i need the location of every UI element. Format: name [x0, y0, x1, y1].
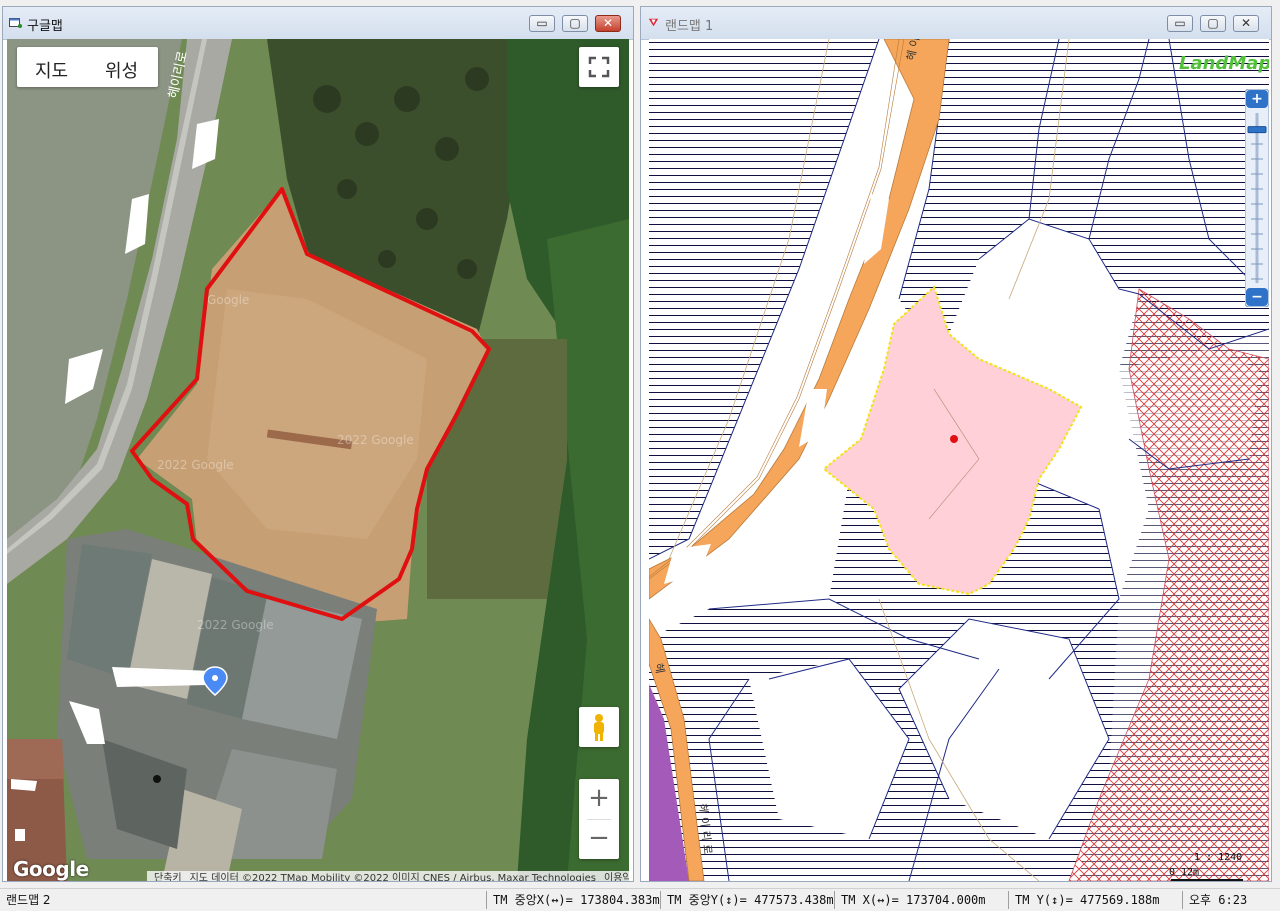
minimize-button[interactable]: ▭ [1167, 15, 1193, 32]
selected-point-marker [950, 435, 958, 443]
status-tm-center-y: TM 중앙Y(↕)= 477573.438m [660, 891, 834, 909]
zoom-slider [1244, 88, 1269, 308]
minimize-button[interactable]: ▭ [529, 15, 555, 32]
zoom-in-button[interactable]: + [1245, 89, 1269, 109]
satellite-imagery: 헤이리로 Google 2022 Google 2022 Google 2022… [7, 39, 629, 881]
cadastral-drawing: 헤 이 헤 헤 이 리 로 [649, 39, 1269, 881]
zoom-in-button[interactable]: + [579, 779, 619, 819]
scale-unit: 12m [1181, 867, 1200, 878]
cadastral-map[interactable]: 헤 이 헤 헤 이 리 로 LandMap + − 1: 1240 0 12m [649, 39, 1269, 881]
keyboard-shortcuts-link[interactable]: 단축키 [150, 873, 186, 881]
zoom-out-button[interactable]: − [1245, 287, 1269, 307]
maximize-button[interactable]: ▢ [562, 15, 588, 32]
window-app-icon [9, 18, 22, 28]
status-tm-center-x: TM 중앙X(↔)= 173804.383m [486, 891, 660, 909]
map-type-satellite-button[interactable]: 위성 [105, 57, 138, 83]
titlebar[interactable]: 랜드맵 1 ▭ ▢ ✕ [641, 7, 1271, 40]
status-window-name: 랜드맵 2 [6, 893, 51, 907]
watermark: 2022 Google [157, 458, 234, 472]
scale-ratio: 1 : 1240 [1194, 852, 1243, 863]
attribution-bar: 단축키 지도 데이터 ©2022 TMap Mobility ©2022 이미지 … [147, 871, 629, 881]
close-button[interactable]: ✕ [595, 15, 621, 32]
zoom-control: + − [579, 779, 619, 859]
watermark: 2022 Google [197, 618, 274, 632]
status-tm-x: TM X(↔)= 173704.000m [834, 891, 1008, 909]
map-data-text: 지도 데이터 ©2022 TMap Mobility ©2022 이미지 CNE… [189, 873, 597, 881]
zoom-out-button[interactable]: − [579, 819, 619, 859]
landmap-app-icon [648, 18, 659, 27]
status-clock: 오후 6:23 [1182, 891, 1278, 909]
satellite-map[interactable]: 헤이리로 Google 2022 Google 2022 Google 2022… [7, 39, 629, 881]
window-title: 랜드맵 1 [665, 19, 714, 34]
close-button[interactable]: ✕ [1233, 15, 1259, 32]
scale-zero: 0 [1169, 867, 1176, 878]
maximize-button[interactable]: ▢ [1200, 15, 1226, 32]
terms-link[interactable]: 이용약관 [600, 873, 629, 881]
watermark: 2022 Google [337, 433, 414, 447]
scale-bar [1171, 879, 1243, 881]
zoom-slider-thumb[interactable] [1247, 126, 1267, 134]
fullscreen-button[interactable] [579, 47, 619, 87]
window-title: 구글맵 [27, 19, 63, 34]
street-view-button[interactable] [579, 707, 619, 747]
pegman-icon [594, 714, 604, 741]
landmap-window: 랜드맵 1 ▭ ▢ ✕ 헤 이 헤 헤 이 리 로 LandMap + − 1 … [640, 6, 1272, 882]
status-bar: 랜드맵 2 TM 중앙X(↔)= 173804.383m TM 중앙Y(↕)= … [0, 888, 1280, 911]
fullscreen-icon [588, 56, 610, 78]
watermark: Google [207, 293, 249, 307]
map-type-control: 지도 위성 [17, 47, 158, 87]
titlebar[interactable]: 구글맵 ▭ ▢ ✕ [3, 7, 633, 40]
status-tm-y: TM Y(↕)= 477569.188m [1008, 891, 1182, 909]
google-logo[interactable]: Google [13, 857, 89, 881]
landmap-logo: LandMap [1179, 53, 1269, 74]
map-type-map-button[interactable]: 지도 [35, 57, 68, 83]
google-map-window: 구글맵 ▭ ▢ ✕ 헤이리로 Google 2022 Google 2022 G… [2, 6, 634, 882]
zoom-slider-control: + − [1244, 88, 1269, 308]
